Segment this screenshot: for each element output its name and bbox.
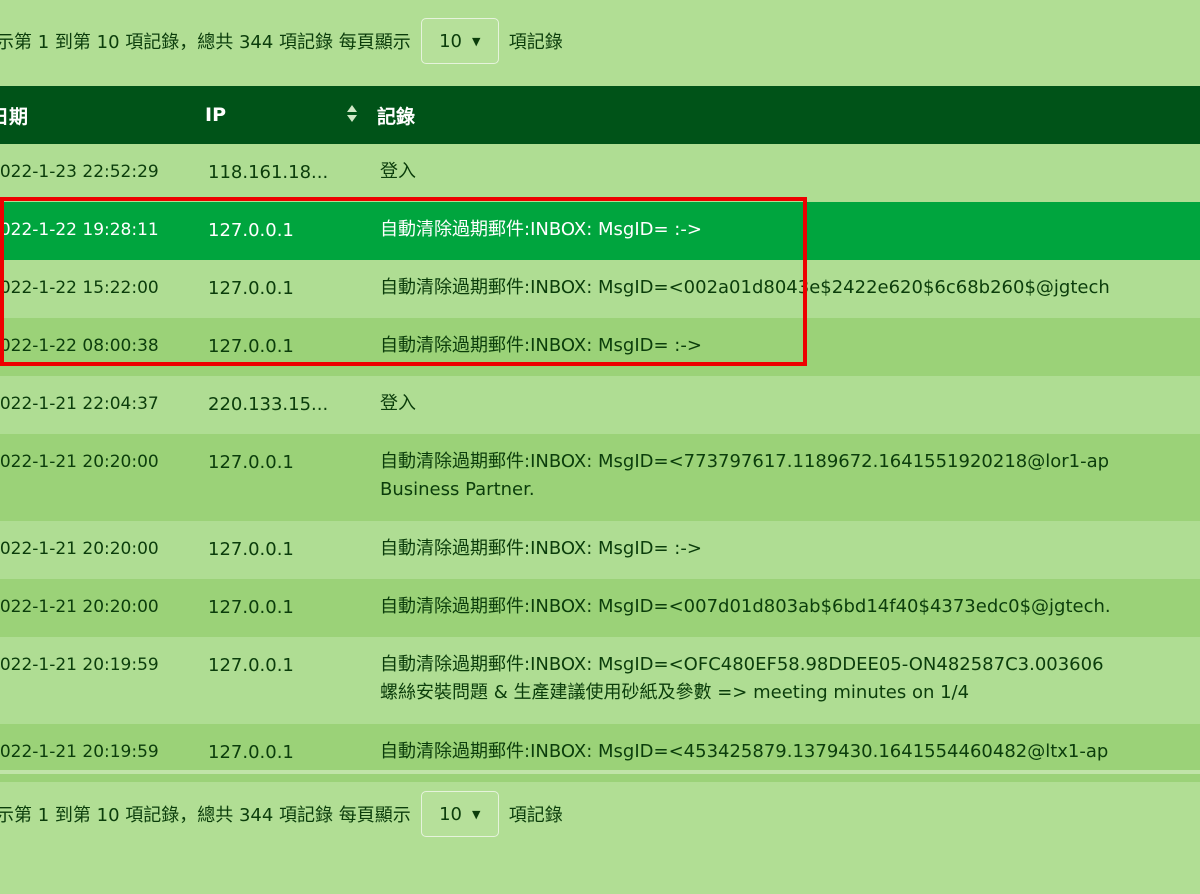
table-row[interactable]: 2022-1-21 20:19:59 127.0.0.1 自動清除過期郵件:IN… [0,637,1200,724]
table-row[interactable]: 2022-1-22 15:22:00 127.0.0.1 自動清除過期郵件:IN… [0,260,1200,318]
sort-icon[interactable] [347,105,357,125]
row-date: 2022-1-21 22:04:37 [0,394,159,414]
page-size-select[interactable]: 10 ▼ [420,791,499,837]
table-row-selected[interactable]: 2022-1-22 19:28:11 127.0.0.1 自動清除過期郵件:IN… [0,202,1200,260]
row-date: 2022-1-21 20:19:59 [0,655,159,675]
table-row[interactable]: 2022-1-21 20:20:00 127.0.0.1 自動清除過期郵件:IN… [0,521,1200,579]
table-bottom-border [0,770,1200,774]
row-record: 自動清除過期郵件:INBOX: MsgID= :-> [380,538,702,559]
column-header-date[interactable]: 日期 [0,86,193,144]
row-ip: 127.0.0.1 [208,336,294,357]
row-ip: 127.0.0.1 [208,539,294,560]
records-suffix: 項記錄 [508,805,563,826]
row-date: 2022-1-22 19:28:11 [0,220,159,240]
row-ip: 220.133.15... [208,394,329,415]
caret-down-icon: ▼ [471,34,481,48]
row-ip: 127.0.0.1 [208,597,294,618]
row-record-continuation: Business Partner. [380,479,535,500]
row-date: 2022-1-23 22:52:29 [0,162,159,182]
row-ip: 127.0.0.1 [208,655,294,676]
row-record: 自動清除過期郵件:INBOX: MsgID=<773797617.1189672… [365,434,1200,521]
table-row[interactable]: 2022-1-21 22:04:37 220.133.15... 登入 [0,376,1200,434]
table-row[interactable]: 2022-1-23 22:52:29 118.161.18... 登入 [0,144,1200,202]
row-record: 自動清除過期郵件:INBOX: MsgID=<OFC480EF58.98DDEE… [365,637,1200,724]
row-record-continuation: 螺絲安裝問題 & 生產建議使用砂紙及參數 => meeting minutes … [380,682,970,703]
row-date: 2022-1-21 20:19:59 [0,742,159,762]
row-record: 自動清除過期郵件:INBOX: MsgID=<002a01d8043e$2422… [380,277,1110,298]
row-record: 自動清除過期郵件:INBOX: MsgID= :-> [380,335,702,356]
column-header-ip[interactable]: IP [193,86,365,144]
records-suffix: 項記錄 [508,32,563,53]
row-date: 2022-1-21 20:20:00 [0,539,159,559]
row-record: 自動清除過期郵件:INBOX: MsgID= :-> [380,219,702,240]
row-record: 登入 [380,161,416,182]
caret-down-icon: ▼ [471,807,481,821]
row-date: 2022-1-22 08:00:38 [0,336,159,356]
row-ip: 127.0.0.1 [208,452,294,473]
row-record: 自動清除過期郵件:INBOX: MsgID=<007d01d803ab$6bd1… [380,596,1111,617]
row-date: 2022-1-21 20:20:00 [0,597,159,617]
row-ip: 127.0.0.1 [208,220,294,241]
log-table: 日期 IP 記錄 2022-1-23 22:52:29 118.161.18..… [0,86,1200,782]
table-row[interactable]: 2022-1-21 20:20:00 127.0.0.1 自動清除過期郵件:IN… [0,434,1200,521]
row-date: 2022-1-22 15:22:00 [0,278,159,298]
pagination-info-top: 示第 1 到第 10 項記錄，總共 344 項記錄 每頁顯示 10 ▼ 項記錄 [0,17,563,65]
records-summary: 示第 1 到第 10 項記錄，總共 344 項記錄 每頁顯示 [0,32,411,53]
row-ip: 118.161.18... [208,162,329,183]
records-summary: 示第 1 到第 10 項記錄，總共 344 項記錄 每頁顯示 [0,805,411,826]
page-size-value: 10 [439,30,462,52]
row-ip: 127.0.0.1 [208,278,294,299]
row-date: 2022-1-21 20:20:00 [0,452,159,472]
page-size-select[interactable]: 10 ▼ [420,18,499,64]
table-header-row: 日期 IP 記錄 [0,86,1200,144]
column-header-record[interactable]: 記錄 [365,86,1200,144]
table-row[interactable]: 2022-1-21 20:20:00 127.0.0.1 自動清除過期郵件:IN… [0,579,1200,637]
table-row[interactable]: 2022-1-22 08:00:38 127.0.0.1 自動清除過期郵件:IN… [0,318,1200,376]
pagination-info-bottom: 示第 1 到第 10 項記錄，總共 344 項記錄 每頁顯示 10 ▼ 項記錄 [0,790,563,838]
page-size-value: 10 [439,803,462,825]
row-record: 登入 [380,393,416,414]
